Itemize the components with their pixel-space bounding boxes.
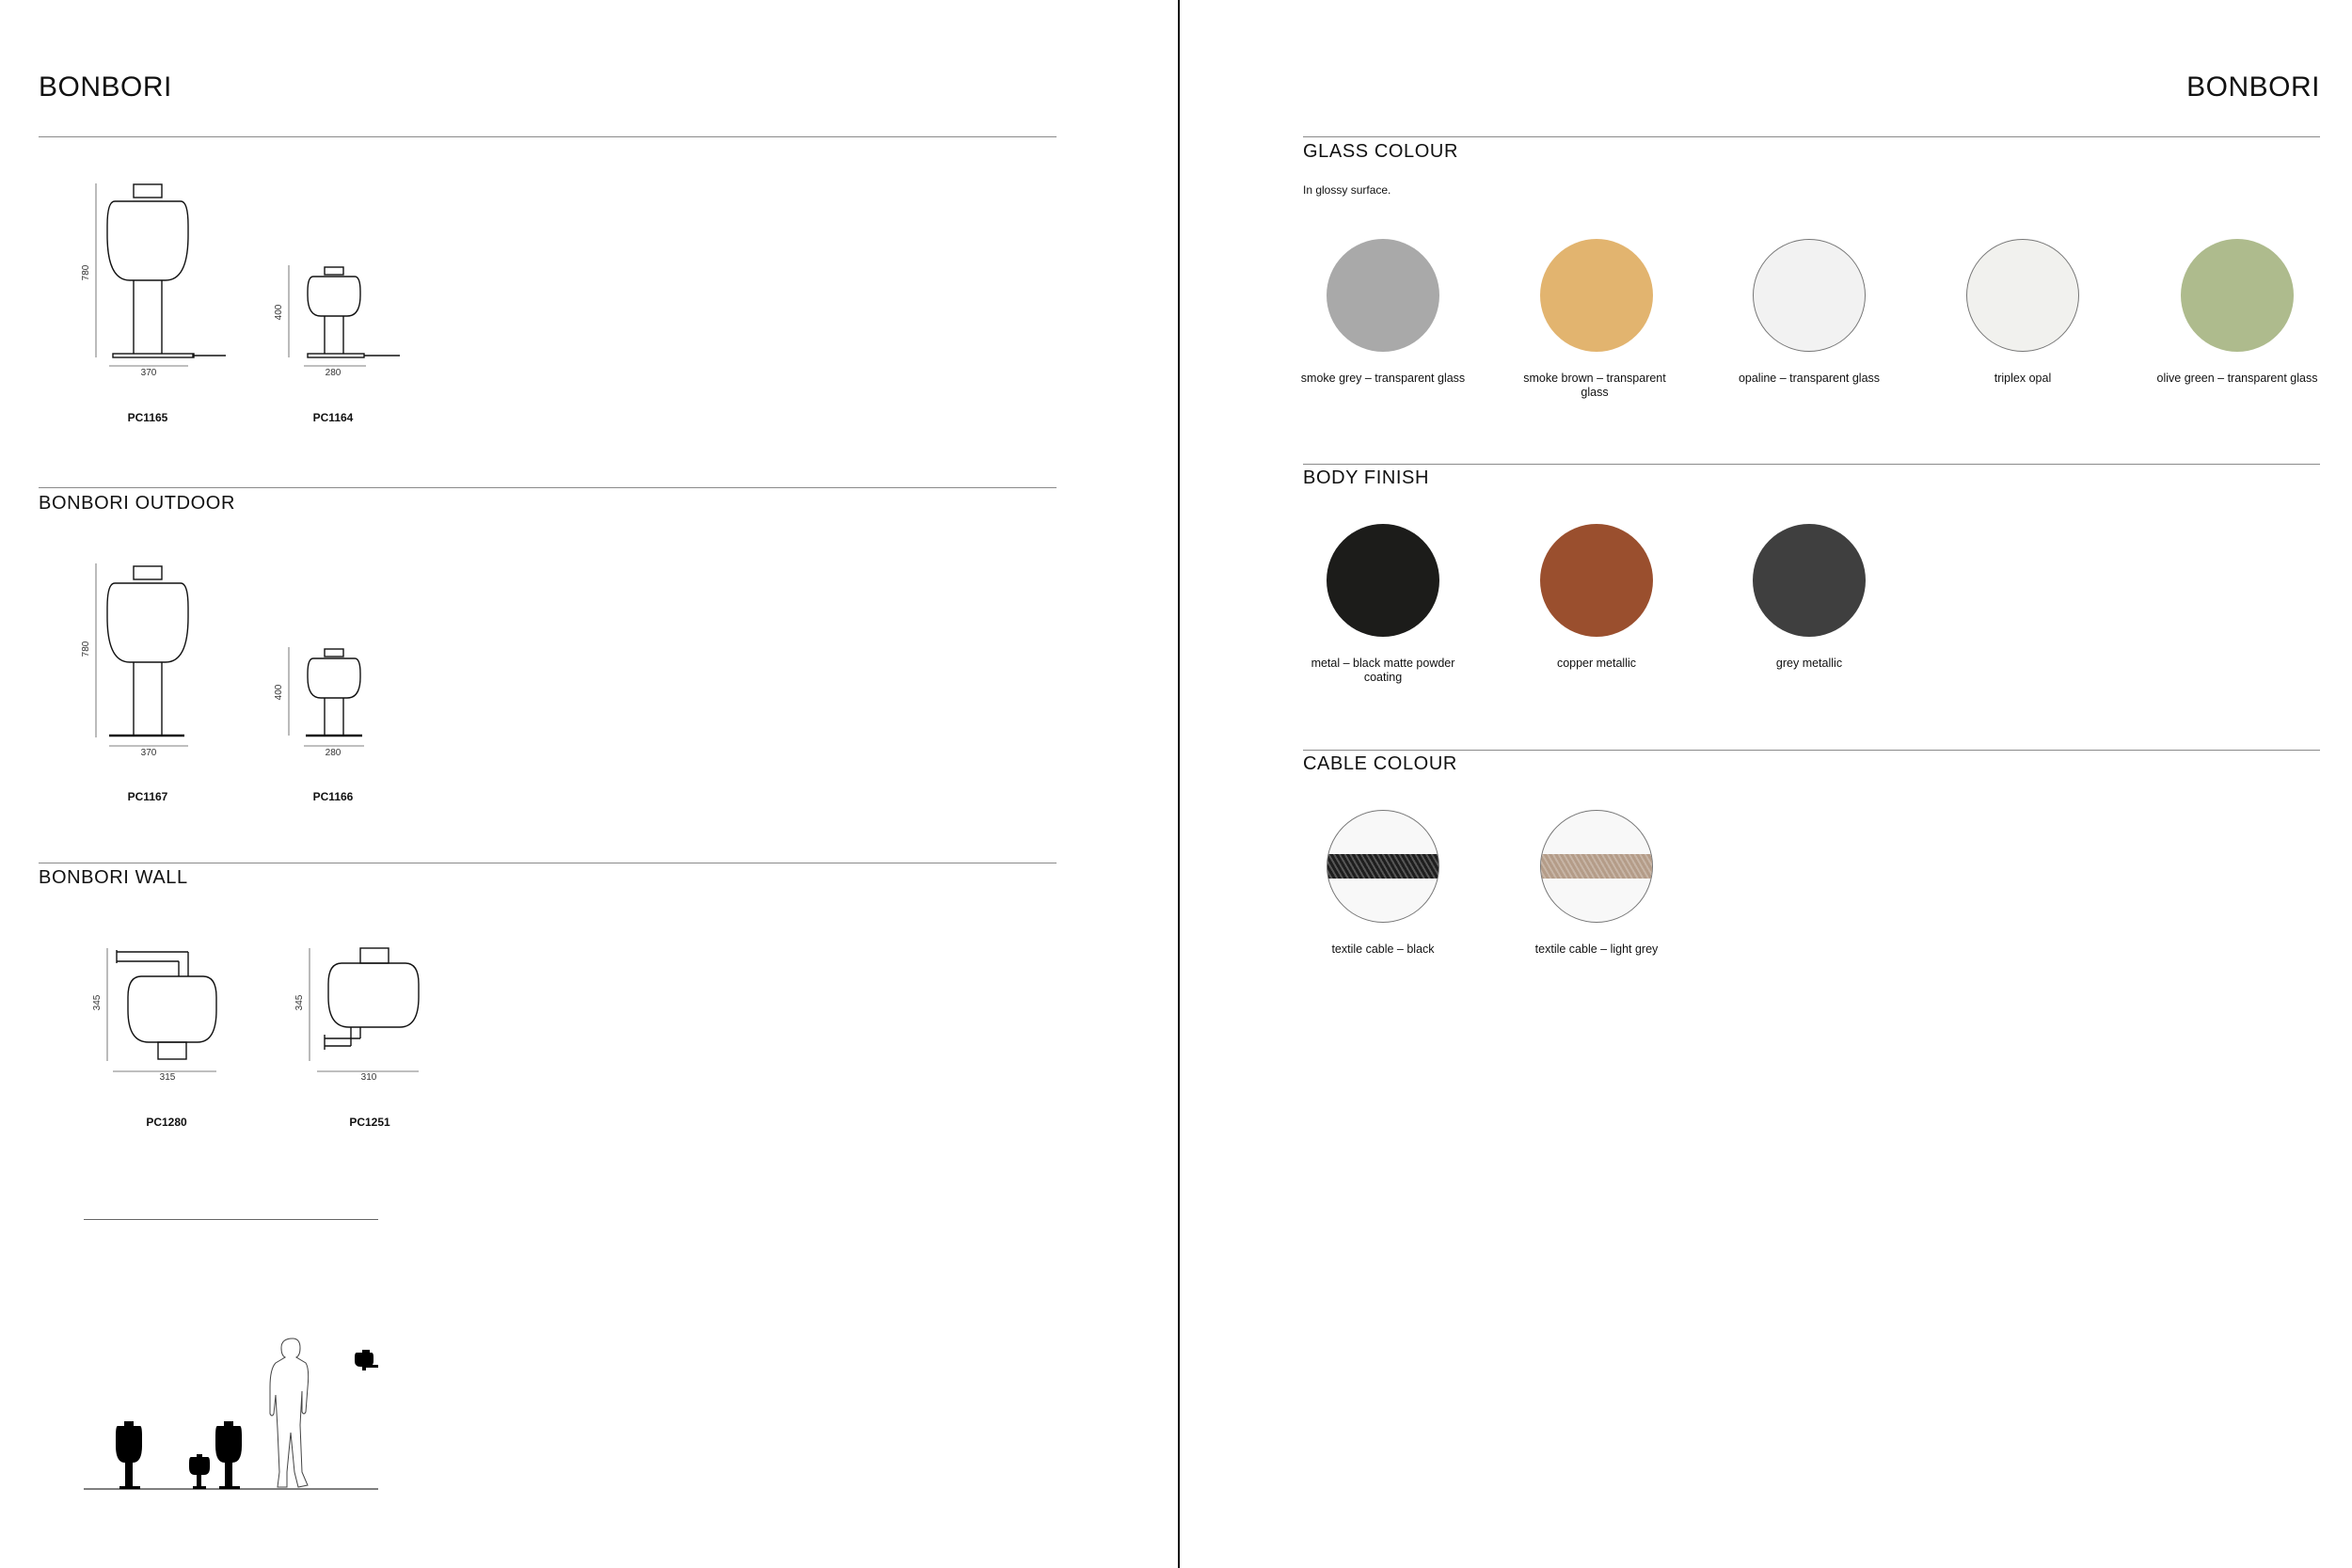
width-dim-label: 310 [360, 1072, 377, 1083]
swatch-grey-metallic[interactable] [1753, 524, 1866, 637]
product-code: PC1165 [127, 411, 168, 424]
person-outline [269, 1338, 310, 1488]
swatch-cable-black[interactable] [1327, 810, 1439, 923]
swatch-label: triplex opal [1994, 372, 2052, 385]
page-spine [1178, 0, 1180, 1568]
scale-top-rule [84, 1219, 378, 1220]
divider [1303, 750, 2320, 751]
section-heading: BONBORI OUTDOOR [39, 493, 236, 514]
height-dim-label: 780 [81, 641, 91, 657]
swatch-opaline[interactable] [1753, 239, 1866, 352]
drawing-pc1280: 345 [92, 948, 217, 1072]
product-code: PC1164 [312, 411, 354, 424]
left-page-title: BONBORI [39, 71, 172, 103]
width-dim-label: 280 [325, 368, 342, 378]
swatch-label: copper metallic [1556, 657, 1637, 670]
height-dim-label: 400 [274, 304, 284, 320]
swatch-label: olive green – transparent glass [2156, 372, 2318, 385]
product-code: PC1251 [349, 1116, 390, 1129]
swatch-label: smoke brown – transparent glass [1523, 372, 1666, 399]
right-page-title: BONBORI [2186, 71, 2320, 103]
swatch-smoke-grey[interactable] [1327, 239, 1439, 352]
swatch-label: textile cable – light grey [1534, 942, 1659, 956]
glass-note: In glossy surface. [1303, 183, 1391, 197]
wall-lamp-silhouette [355, 1350, 378, 1370]
drawing-pc1166: 400 [274, 647, 364, 747]
product-code: PC1167 [127, 790, 168, 803]
divider [39, 136, 1057, 137]
lamp-silhouette [215, 1421, 242, 1489]
swatch-label: metal – black matte powder coating [1311, 657, 1455, 684]
section-heading: BONBORI WALL [39, 867, 188, 888]
width-dim-label: 315 [159, 1072, 176, 1083]
height-dim-label: 345 [92, 994, 103, 1010]
section-heading: CABLE COLOUR [1303, 753, 1457, 774]
lamp-silhouette [116, 1421, 142, 1489]
swatch-smoke-brown[interactable] [1540, 239, 1653, 352]
product-code: PC1166 [312, 790, 354, 803]
height-dim-label: 780 [81, 264, 91, 280]
drawing-pc1251: 345 [294, 947, 420, 1072]
cable-sample [1327, 854, 1438, 879]
swatch-olive-green[interactable] [2181, 239, 2294, 352]
width-dim-label: 370 [140, 748, 157, 758]
cable-sample [1541, 854, 1652, 879]
swatch-cable-light-grey[interactable] [1540, 810, 1653, 923]
width-dim-label: 280 [325, 748, 342, 758]
scale-illustration [84, 1338, 378, 1490]
swatch-black-matte[interactable] [1327, 524, 1439, 637]
divider [39, 487, 1057, 488]
section-heading: GLASS COLOUR [1303, 141, 1459, 162]
section-heading: BODY FINISH [1303, 467, 1430, 488]
swatch-copper-metallic[interactable] [1540, 524, 1653, 637]
drawing-pc1164: 400 [274, 265, 400, 367]
swatch-label: opaline – transparent glass [1738, 372, 1881, 385]
height-dim-label: 345 [294, 994, 305, 1010]
divider [1303, 464, 2320, 465]
height-dim-label: 400 [274, 684, 284, 700]
divider [1303, 136, 2320, 137]
swatch-label: smoke grey – transparent glass [1300, 372, 1466, 385]
drawing-pc1165: 780 [81, 183, 226, 367]
width-dim-label: 370 [140, 368, 157, 378]
drawing-pc1167: 780 [81, 563, 189, 747]
lamp-silhouette [189, 1454, 210, 1489]
swatch-triplex-opal[interactable] [1966, 239, 2079, 352]
swatch-label: grey metallic [1775, 657, 1843, 670]
swatch-label: textile cable – black [1331, 942, 1435, 956]
product-code: PC1280 [146, 1116, 187, 1129]
